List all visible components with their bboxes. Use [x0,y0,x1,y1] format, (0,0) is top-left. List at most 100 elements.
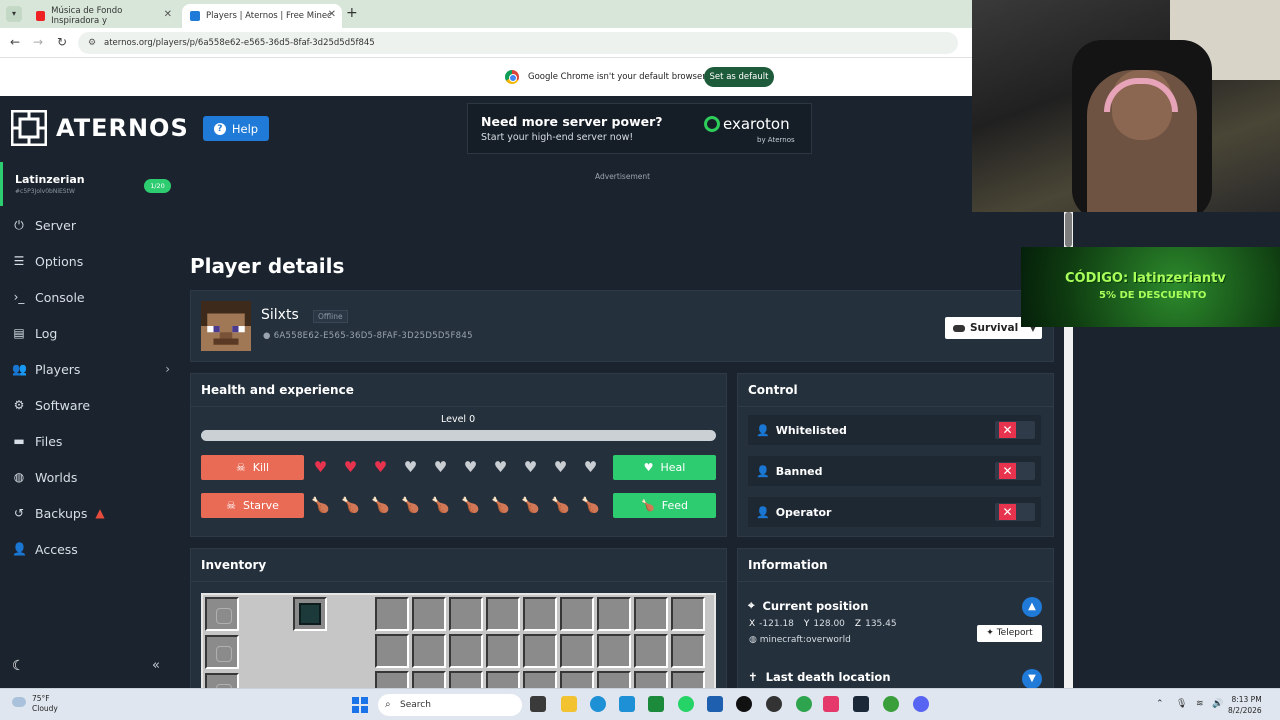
operator-toggle[interactable]: ✕ [995,503,1035,521]
inventory-slot[interactable] [671,634,705,668]
inventory-slot[interactable] [671,671,705,688]
tab-aternos[interactable]: Players | Aternos | Free Minec ✕ [182,4,342,28]
inventory-slot[interactable] [375,671,409,688]
inventory-slot[interactable] [634,597,668,631]
microphone-icon[interactable]: 🎙 [1176,699,1187,709]
teleport-button[interactable]: ✦ Teleport [977,625,1042,642]
sidebar-item-server[interactable]: ⏻ Server [0,208,180,242]
taskbar-clock[interactable]: 8:13 PM 8/2/2026 [1228,694,1262,716]
heart-full-icon[interactable]: ♥ [341,458,360,477]
discord-icon[interactable] [913,696,929,712]
whitelisted-toggle[interactable]: ✕ [995,421,1035,439]
volume-icon[interactable]: 🔊 [1212,699,1223,709]
inventory-slot[interactable] [560,597,594,631]
inventory-slot[interactable] [560,671,594,688]
inventory-slot[interactable] [597,671,631,688]
starve-button[interactable]: ☠ Starve [201,493,304,518]
drumstick-full-icon[interactable]: 🍗 [431,496,450,515]
tiktok-live-icon[interactable] [823,696,839,712]
aternos-logo-icon[interactable] [11,110,47,146]
wifi-icon[interactable]: ≋ [1196,699,1204,709]
chrome-icon[interactable] [796,696,812,712]
tray-chevron-icon[interactable]: ⌃ [1156,699,1164,709]
collapse-position-button[interactable]: ▲ [1022,597,1042,617]
logo-text[interactable]: ATERNOS [56,114,189,142]
tiktok-icon[interactable] [736,696,752,712]
file-explorer-icon[interactable] [561,696,577,712]
item-icon[interactable] [299,603,321,625]
drumstick-empty-icon[interactable]: 🍗 [581,496,600,515]
inventory-slot[interactable] [523,671,557,688]
banned-toggle[interactable]: ✕ [995,462,1035,480]
inventory-slot[interactable] [634,671,668,688]
drumstick-full-icon[interactable]: 🍗 [401,496,420,515]
taskbar-search-input[interactable]: ⌕ Search [378,694,522,716]
dark-mode-icon[interactable]: ☾ [12,658,25,674]
reload-icon[interactable]: ↻ [57,35,67,49]
inventory-slot[interactable] [523,597,557,631]
task-view-icon[interactable] [530,696,546,712]
heart-full-icon[interactable]: ♥ [371,458,390,477]
scrollbar-thumb[interactable] [1065,212,1072,247]
url-input[interactable]: ⚙ aternos.org/players/p/6a558e62-e565-36… [78,32,958,54]
sidebar-item-worlds[interactable]: ◍ Worlds [0,460,180,494]
set-default-button[interactable]: Set as default [704,67,774,87]
close-tab-icon[interactable]: ✕ [164,9,172,20]
tab-search-dropdown[interactable]: ▾ [6,6,22,22]
sidebar-item-software[interactable]: ⚙ Software [0,388,180,422]
sidebar-item-options[interactable]: ☰ Options [0,244,180,278]
collapse-sidebar-icon[interactable]: « [152,658,160,673]
close-tab-icon[interactable]: ✕ [328,9,336,20]
heart-empty-icon[interactable]: ♥ [491,458,510,477]
drumstick-full-icon[interactable]: 🍗 [341,496,360,515]
drumstick-full-icon[interactable]: 🍗 [491,496,510,515]
heart-empty-icon[interactable]: ♥ [431,458,450,477]
windows-start-icon[interactable] [352,697,368,713]
sidebar-item-log[interactable]: ▤ Log [0,316,180,350]
armor-slot[interactable] [205,635,239,669]
inventory-slot[interactable] [523,634,557,668]
obs-icon[interactable] [766,696,782,712]
drumstick-full-icon[interactable]: 🍗 [461,496,480,515]
kill-button[interactable]: ☠ Kill [201,455,304,480]
heart-empty-icon[interactable]: ♥ [521,458,540,477]
drumstick-empty-icon[interactable]: 🍗 [551,496,570,515]
expand-death-button[interactable]: ▼ [1022,669,1042,688]
heart-empty-icon[interactable]: ♥ [551,458,570,477]
inventory-slot[interactable] [486,634,520,668]
inventory-slot[interactable] [412,597,446,631]
site-info-icon[interactable]: ⚙ [88,32,96,54]
drumstick-full-icon[interactable]: 🍗 [371,496,390,515]
armor-slot[interactable] [205,673,239,688]
server-card[interactable]: Latinzerian #c5P3Jolv0bNiEStW 1/20 [0,162,180,206]
inventory-slot[interactable] [449,671,483,688]
inventory-slot[interactable] [486,671,520,688]
whatsapp-icon[interactable] [678,696,694,712]
inventory-slot[interactable] [449,634,483,668]
inventory-slot[interactable] [412,634,446,668]
sidebar-item-files[interactable]: ▬ Files [0,424,180,458]
inventory-slot[interactable] [597,634,631,668]
inventory-slot[interactable] [560,634,594,668]
edge-icon[interactable] [590,696,606,712]
heart-full-icon[interactable]: ♥ [311,458,330,477]
inventory-slot[interactable] [375,634,409,668]
heart-empty-icon[interactable]: ♥ [581,458,600,477]
feed-button[interactable]: 🍗 Feed [613,493,716,518]
help-button[interactable]: ? Help [203,116,269,141]
heart-empty-icon[interactable]: ♥ [461,458,480,477]
sidebar-item-access[interactable]: 👤 Access [0,532,180,566]
inventory-slot[interactable] [486,597,520,631]
sidebar-item-backups[interactable]: ↺ Backups ▲ [0,496,180,530]
exaroton-ad-banner[interactable]: Need more server power? Start your high-… [467,103,812,154]
inventory-slot[interactable] [634,634,668,668]
xbox-icon[interactable] [648,696,664,712]
back-icon[interactable]: ← [10,35,20,49]
drumstick-full-icon[interactable]: 🍗 [521,496,540,515]
inventory-slot[interactable] [671,597,705,631]
drumstick-full-icon[interactable]: 🍗 [311,496,330,515]
app-icon[interactable] [707,696,723,712]
armor-slot[interactable] [205,597,239,631]
heal-button[interactable]: ♥ Heal [613,455,716,480]
forward-icon[interactable]: → [33,35,43,49]
